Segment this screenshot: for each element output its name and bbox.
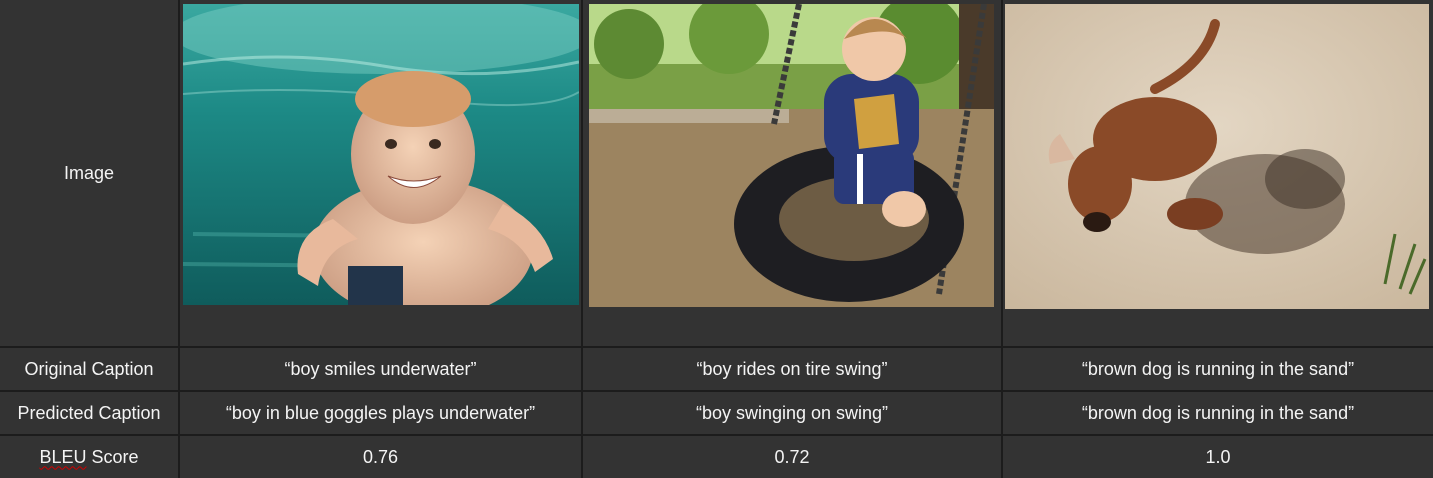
- predicted-caption-3: “brown dog is running in the sand”: [1081, 402, 1355, 423]
- image-cell-1: [180, 0, 581, 346]
- row-label-image: Image: [0, 0, 178, 346]
- caption-results-table: Image Original Caption “boy smiles under…: [0, 0, 1433, 478]
- bleu-score-1: 0.76: [362, 446, 399, 467]
- photo-dog-sand: [1005, 4, 1429, 309]
- predicted-caption-cell-3: “brown dog is running in the sand”: [1003, 392, 1433, 434]
- photo-boy-underwater: [183, 4, 579, 305]
- row-label-bleu-rest: Score: [86, 446, 139, 467]
- predicted-caption-cell-1: “boy in blue goggles plays underwater”: [180, 392, 581, 434]
- original-caption-3: “brown dog is running in the sand”: [1081, 358, 1355, 379]
- row-label-bleu-word: BLEU: [39, 446, 87, 467]
- row-label-predicted: Predicted Caption: [0, 392, 178, 434]
- bleu-score-cell-1: 0.76: [180, 436, 581, 478]
- row-label-predicted-text: Predicted Caption: [17, 402, 161, 423]
- bleu-score-cell-3: 1.0: [1003, 436, 1433, 478]
- original-caption-1: “boy smiles underwater”: [284, 358, 477, 379]
- image-cell-2: [583, 0, 1001, 346]
- predicted-caption-2: “boy swinging on swing”: [695, 402, 889, 423]
- row-label-image-text: Image: [63, 162, 115, 183]
- original-caption-cell-2: “boy rides on tire swing”: [583, 348, 1001, 390]
- predicted-caption-cell-2: “boy swinging on swing”: [583, 392, 1001, 434]
- bleu-score-2: 0.72: [774, 446, 810, 467]
- image-cell-3: [1003, 0, 1433, 346]
- row-label-bleu: BLEU Score: [0, 436, 178, 478]
- bleu-score-cell-2: 0.72: [583, 436, 1001, 478]
- bleu-score-3: 1.0: [1205, 446, 1231, 467]
- row-label-original: Original Caption: [0, 348, 178, 390]
- original-caption-cell-1: “boy smiles underwater”: [180, 348, 581, 390]
- original-caption-2: “boy rides on tire swing”: [696, 358, 888, 379]
- photo-boy-tire-swing: [589, 4, 994, 307]
- predicted-caption-1: “boy in blue goggles plays underwater”: [225, 402, 536, 423]
- row-label-original-text: Original Caption: [24, 358, 154, 379]
- original-caption-cell-3: “brown dog is running in the sand”: [1003, 348, 1433, 390]
